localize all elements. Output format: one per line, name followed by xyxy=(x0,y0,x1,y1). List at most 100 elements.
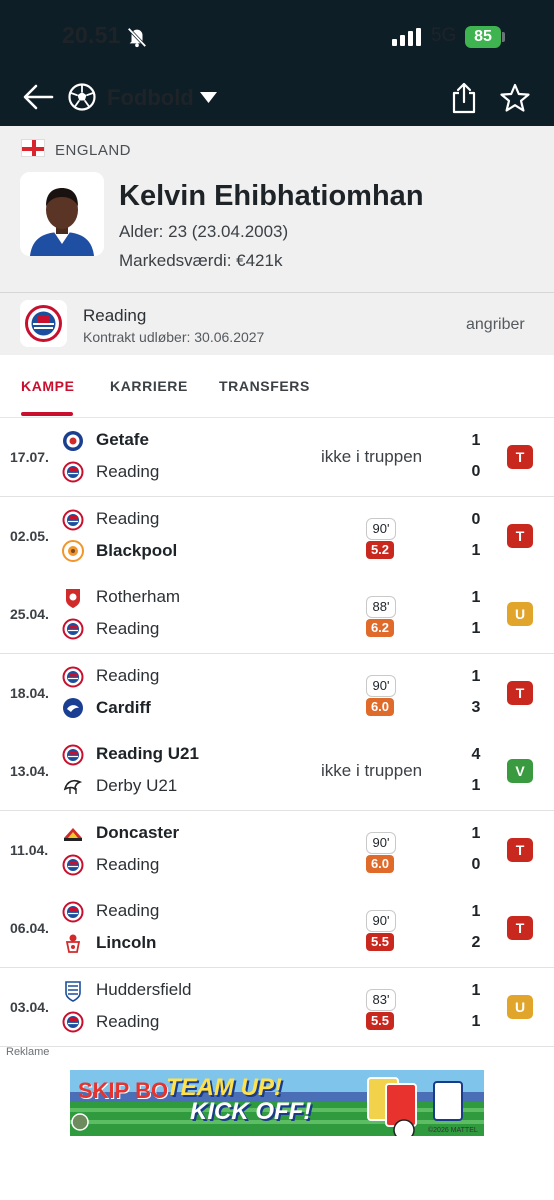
match-date: 11.04. xyxy=(10,842,49,858)
result-badge: T xyxy=(507,445,533,469)
home-score: 4 xyxy=(471,746,481,763)
home-score: 1 xyxy=(471,903,481,920)
contract-expiry: Kontrakt udløber: 30.06.2027 xyxy=(83,329,265,345)
signal-icon xyxy=(392,28,421,46)
star-icon[interactable] xyxy=(500,83,530,113)
minutes-played: 83' xyxy=(366,989,396,1011)
player-position: angriber xyxy=(466,316,525,333)
home-team-crest-icon xyxy=(62,901,84,923)
result-badge: T xyxy=(507,916,533,940)
home-team-name[interactable]: Doncaster xyxy=(96,823,179,843)
player-rating: 5.2 xyxy=(366,541,394,559)
tab-matches[interactable]: KAMPE xyxy=(21,378,75,394)
player-rating: 6.2 xyxy=(366,619,394,637)
home-score: 0 xyxy=(471,511,481,528)
result-badge: U xyxy=(507,602,533,626)
result-badge: T xyxy=(507,681,533,705)
result-badge: T xyxy=(507,838,533,862)
share-icon[interactable] xyxy=(450,82,478,114)
player-age: Alder: 23 (23.04.2003) xyxy=(119,222,289,241)
away-team-crest-icon xyxy=(62,1011,84,1033)
match-date: 18.04. xyxy=(10,685,49,701)
player-rating: 5.5 xyxy=(366,1012,394,1030)
away-team-crest-icon xyxy=(62,932,84,954)
home-score: 1 xyxy=(471,589,481,606)
minutes-played: 90' xyxy=(366,518,396,540)
match-date: 17.07. xyxy=(10,449,49,465)
away-team-crest-icon xyxy=(62,775,84,797)
home-team-crest-icon xyxy=(62,430,84,452)
home-team-name[interactable]: Reading xyxy=(96,666,159,686)
away-team-name[interactable]: Reading xyxy=(96,1012,159,1032)
home-score: 1 xyxy=(471,668,481,685)
squad-status: ikke i truppen xyxy=(321,761,423,780)
away-team-name[interactable]: Reading xyxy=(96,619,159,639)
home-score: 1 xyxy=(471,825,481,842)
ad-label: Reklame xyxy=(6,1046,50,1058)
result-badge: T xyxy=(507,524,533,548)
away-score: 3 xyxy=(471,699,481,716)
home-team-crest-icon xyxy=(62,744,84,766)
away-score: 1 xyxy=(471,1013,481,1030)
home-team-crest-icon xyxy=(62,980,84,1002)
result-badge: V xyxy=(507,759,533,783)
away-score: 0 xyxy=(471,463,481,480)
home-team-name[interactable]: Reading xyxy=(96,509,159,529)
away-team-crest-icon xyxy=(62,461,84,483)
away-team-name[interactable]: Reading xyxy=(96,462,159,482)
match-date: 06.04. xyxy=(10,920,49,936)
away-team-name[interactable]: Lincoln xyxy=(96,933,156,953)
battery-tip xyxy=(502,32,505,42)
home-score: 1 xyxy=(471,432,481,449)
home-team-name[interactable]: Getafe xyxy=(96,430,149,450)
club-name[interactable]: Reading xyxy=(83,306,146,326)
match-date: 25.04. xyxy=(10,606,49,622)
sport-selector-label[interactable]: Fodbold xyxy=(107,85,194,111)
away-score: 1 xyxy=(471,777,481,794)
away-score: 1 xyxy=(471,620,481,637)
away-team-name[interactable]: Cardiff xyxy=(96,698,151,718)
tab-career[interactable]: KARRIERE xyxy=(110,378,188,394)
player-rating: 6.0 xyxy=(366,855,394,873)
home-team-crest-icon xyxy=(62,587,84,609)
squad-status: ikke i truppen xyxy=(321,447,423,466)
away-team-crest-icon xyxy=(62,540,84,562)
match-date: 13.04. xyxy=(10,763,49,779)
england-flag-icon xyxy=(21,139,45,157)
player-name: Kelvin Ehibhatiomhan xyxy=(119,180,424,212)
bell-off-icon xyxy=(127,27,147,48)
reading-crest-icon xyxy=(20,300,67,347)
away-score: 1 xyxy=(471,542,481,559)
away-team-crest-icon xyxy=(62,618,84,640)
away-team-name[interactable]: Derby U21 xyxy=(96,776,177,796)
player-market-value: Markedsværdi: €421k xyxy=(119,251,283,270)
home-team-name[interactable]: Rotherham xyxy=(96,587,180,607)
minutes-played: 90' xyxy=(366,910,396,932)
caret-down-icon[interactable] xyxy=(200,92,217,103)
arrow-left-icon[interactable] xyxy=(22,82,54,112)
football-icon[interactable] xyxy=(68,83,96,111)
player-rating: 5.5 xyxy=(366,933,394,951)
network-label: 5G xyxy=(431,25,457,46)
home-score: 1 xyxy=(471,982,481,999)
home-team-crest-icon xyxy=(62,509,84,531)
tab-transfers[interactable]: TRANSFERS xyxy=(219,378,310,394)
minutes-played: 90' xyxy=(366,832,396,854)
away-score: 0 xyxy=(471,856,481,873)
match-date: 02.05. xyxy=(10,528,49,544)
away-team-name[interactable]: Blackpool xyxy=(96,541,177,561)
battery-indicator: 85 xyxy=(465,26,501,48)
ad-brand: SKIP BO xyxy=(78,1078,169,1103)
minutes-played: 88' xyxy=(366,596,396,618)
minutes-played: 90' xyxy=(366,675,396,697)
home-team-name[interactable]: Reading U21 xyxy=(96,744,199,764)
home-team-name[interactable]: Huddersfield xyxy=(96,980,191,1000)
result-badge: U xyxy=(507,995,533,1019)
home-team-name[interactable]: Reading xyxy=(96,901,159,921)
player-country[interactable]: ENGLAND xyxy=(55,142,131,159)
ad-copyright: ©2026 MATTEL xyxy=(428,1127,478,1134)
home-team-crest-icon xyxy=(62,823,84,845)
player-photo xyxy=(20,172,104,256)
match-date: 03.04. xyxy=(10,999,49,1015)
away-team-name[interactable]: Reading xyxy=(96,855,159,875)
